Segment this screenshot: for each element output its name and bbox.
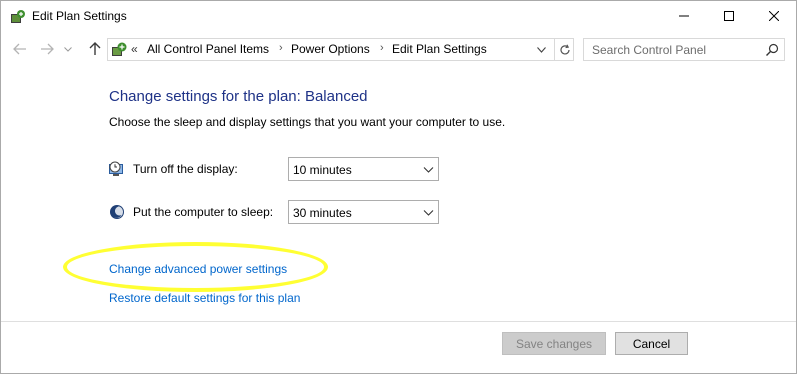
page-description: Choose the sleep and display settings th… [109, 115, 506, 129]
up-button[interactable] [85, 39, 105, 59]
maximize-button[interactable] [706, 1, 752, 31]
cancel-button[interactable]: Cancel [615, 332, 688, 355]
moon-icon [108, 203, 126, 221]
recent-locations-button[interactable] [61, 39, 75, 59]
search-input[interactable] [584, 39, 762, 60]
breadcrumb-separator-icon[interactable]: › [279, 42, 283, 54]
address-bar[interactable]: « All Control Panel Items › Power Option… [107, 38, 574, 61]
advanced-power-settings-link[interactable]: Change advanced power settings [109, 262, 287, 276]
monitor-clock-icon [108, 160, 126, 178]
arrow-up-icon [89, 42, 101, 55]
display-off-value: 10 minutes [293, 163, 352, 177]
breadcrumb-all-control-panel-items[interactable]: All Control Panel Items [147, 42, 269, 56]
control-panel-icon [111, 41, 128, 58]
sleep-label: Put the computer to sleep: [133, 205, 274, 219]
window-title: Edit Plan Settings [32, 9, 127, 23]
power-options-icon [10, 9, 26, 25]
arrow-right-icon [41, 43, 54, 55]
save-changes-button[interactable]: Save changes [502, 332, 606, 355]
breadcrumb-overflow[interactable]: « [131, 42, 138, 56]
footer-divider [1, 321, 796, 322]
maximize-icon [724, 11, 734, 21]
minimize-button[interactable] [661, 1, 707, 31]
forward-button[interactable] [37, 39, 57, 59]
arrow-left-icon [13, 43, 26, 55]
sleep-value: 30 minutes [293, 206, 352, 220]
edit-plan-settings-window: Edit Plan Settings « All Control Panel I… [0, 0, 797, 374]
restore-defaults-link[interactable]: Restore default settings for this plan [109, 291, 300, 305]
minimize-icon [679, 15, 689, 17]
refresh-icon [559, 44, 570, 54]
chevron-down-icon [423, 210, 434, 216]
breadcrumb-power-options[interactable]: Power Options [291, 42, 370, 56]
search-box [583, 38, 785, 61]
address-history-button[interactable] [532, 41, 550, 58]
breadcrumb-separator-icon[interactable]: › [380, 42, 384, 54]
navigation-bar: « All Control Panel Items › Power Option… [1, 32, 796, 66]
refresh-button[interactable] [554, 39, 574, 60]
title-bar: Edit Plan Settings [1, 1, 796, 32]
display-off-label: Turn off the display: [133, 162, 238, 176]
chevron-down-icon [423, 167, 434, 173]
close-button[interactable] [751, 1, 796, 31]
chevron-down-icon [536, 46, 546, 53]
close-icon [769, 11, 779, 21]
search-icon[interactable] [764, 42, 780, 58]
page-title: Change settings for the plan: Balanced [109, 88, 368, 105]
sleep-select[interactable]: 30 minutes [288, 200, 439, 224]
chevron-down-icon [64, 46, 72, 52]
back-button[interactable] [10, 39, 30, 59]
display-off-select[interactable]: 10 minutes [288, 157, 439, 181]
breadcrumb-edit-plan-settings[interactable]: Edit Plan Settings [392, 42, 487, 56]
main-content: Change settings for the plan: Balanced C… [1, 66, 796, 321]
